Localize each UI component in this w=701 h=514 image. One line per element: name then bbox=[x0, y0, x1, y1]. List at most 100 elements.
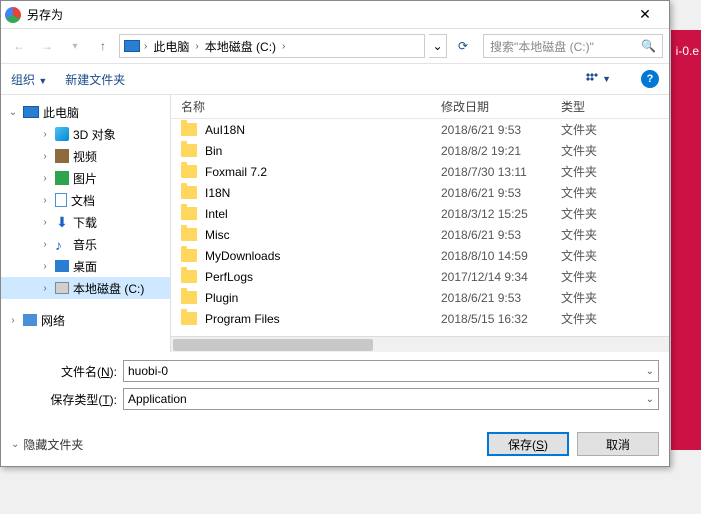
file-type: 文件夹 bbox=[561, 226, 597, 243]
table-row[interactable]: Intel2018/3/12 15:25文件夹 bbox=[181, 203, 669, 224]
filetype-label: 保存类型(T): bbox=[11, 391, 123, 408]
tree-item-3d[interactable]: ›3D 对象 bbox=[1, 123, 170, 145]
file-type: 文件夹 bbox=[561, 268, 597, 285]
file-name: I18N bbox=[205, 186, 441, 200]
tree-item-documents[interactable]: ›文档 bbox=[1, 189, 170, 211]
tree-item-localdisk[interactable]: ›本地磁盘 (C:) bbox=[1, 277, 170, 299]
file-name: Program Files bbox=[205, 312, 441, 326]
up-arrow-icon[interactable]: ↑ bbox=[91, 34, 115, 58]
folder-icon bbox=[181, 249, 197, 262]
tree-item-network[interactable]: ›网络 bbox=[1, 309, 170, 331]
address-dropdown-icon[interactable]: ⌄ bbox=[429, 34, 447, 58]
file-name: Intel bbox=[205, 207, 441, 221]
chevron-right-icon[interactable]: › bbox=[282, 41, 285, 52]
file-date: 2018/6/21 9:53 bbox=[441, 186, 561, 200]
table-row[interactable]: I18N2018/6/21 9:53文件夹 bbox=[181, 182, 669, 203]
background-filename: i-0.e bbox=[676, 44, 699, 58]
file-name: MyDownloads bbox=[205, 249, 441, 263]
file-date: 2018/5/15 16:32 bbox=[441, 312, 561, 326]
folder-icon bbox=[181, 228, 197, 241]
file-date: 2018/8/10 14:59 bbox=[441, 249, 561, 263]
dialog-title: 另存为 bbox=[27, 6, 63, 23]
table-row[interactable]: AuI18N2018/6/21 9:53文件夹 bbox=[181, 119, 669, 140]
file-name: Bin bbox=[205, 144, 441, 158]
file-name: Foxmail 7.2 bbox=[205, 165, 441, 179]
forward-arrow-icon: → bbox=[35, 34, 59, 58]
table-row[interactable]: Misc2018/6/21 9:53文件夹 bbox=[181, 224, 669, 245]
refresh-icon[interactable]: ⟳ bbox=[451, 34, 475, 58]
file-type: 文件夹 bbox=[561, 142, 597, 159]
pc-icon bbox=[124, 40, 140, 52]
table-row[interactable]: Foxmail 7.22018/7/30 13:11文件夹 bbox=[181, 161, 669, 182]
file-date: 2018/6/21 9:53 bbox=[441, 291, 561, 305]
breadcrumb-drive[interactable]: 本地磁盘 (C:) bbox=[203, 36, 278, 57]
titlebar: 另存为 ✕ bbox=[1, 1, 669, 29]
file-date: 2018/8/2 19:21 bbox=[441, 144, 561, 158]
table-row[interactable]: MyDownloads2018/8/10 14:59文件夹 bbox=[181, 245, 669, 266]
view-button[interactable]: ▼ bbox=[586, 73, 611, 85]
back-arrow-icon[interactable]: ← bbox=[7, 34, 31, 58]
recent-dropdown-icon[interactable]: ▾ bbox=[63, 34, 87, 58]
col-name[interactable]: 名称 bbox=[181, 98, 441, 115]
table-row[interactable]: PerfLogs2017/12/14 9:34文件夹 bbox=[181, 266, 669, 287]
tree-item-pictures[interactable]: ›图片 bbox=[1, 167, 170, 189]
col-modified[interactable]: 修改日期 bbox=[441, 98, 561, 115]
tree-item-downloads[interactable]: ›⬇下载 bbox=[1, 211, 170, 233]
file-date: 2017/12/14 9:34 bbox=[441, 270, 561, 284]
organize-button[interactable]: 组织 ▼ bbox=[11, 71, 47, 88]
close-icon[interactable]: ✕ bbox=[625, 6, 665, 23]
search-input[interactable]: 搜索"本地磁盘 (C:)" 🔍 bbox=[483, 34, 663, 58]
table-row[interactable]: Program Files2018/5/15 16:32文件夹 bbox=[181, 308, 669, 329]
file-type: 文件夹 bbox=[561, 163, 597, 180]
tree-item-pc[interactable]: ⌄此电脑 bbox=[1, 101, 170, 123]
folder-icon bbox=[181, 291, 197, 304]
file-type: 文件夹 bbox=[561, 247, 597, 264]
help-icon[interactable]: ? bbox=[641, 70, 659, 88]
filetype-select[interactable]: Application⌄ bbox=[123, 388, 659, 410]
chevron-right-icon[interactable]: › bbox=[144, 41, 147, 52]
file-pane: 名称 修改日期 类型 AuI18N2018/6/21 9:53文件夹Bin201… bbox=[171, 95, 669, 352]
file-name: AuI18N bbox=[205, 123, 441, 137]
file-date: 2018/7/30 13:11 bbox=[441, 165, 561, 179]
breadcrumb-pc[interactable]: 此电脑 bbox=[151, 36, 191, 57]
save-as-dialog: 另存为 ✕ ← → ▾ ↑ › 此电脑 › 本地磁盘 (C:) › ⌄ ⟳ 搜索… bbox=[0, 0, 670, 467]
horizontal-scrollbar[interactable] bbox=[171, 336, 669, 352]
address-bar[interactable]: › 此电脑 › 本地磁盘 (C:) › bbox=[119, 34, 425, 58]
chrome-icon bbox=[5, 7, 21, 23]
col-type[interactable]: 类型 bbox=[561, 98, 631, 115]
file-name: Misc bbox=[205, 228, 441, 242]
tree-item-music[interactable]: ›♪音乐 bbox=[1, 233, 170, 255]
folder-icon bbox=[181, 312, 197, 325]
chevron-down-icon[interactable]: ⌄ bbox=[646, 366, 654, 377]
column-headers: 名称 修改日期 类型 bbox=[171, 95, 669, 119]
folder-icon bbox=[181, 270, 197, 283]
chevron-down-icon[interactable]: ⌄ bbox=[646, 394, 654, 405]
file-date: 2018/3/12 15:25 bbox=[441, 207, 561, 221]
tree-item-desktop[interactable]: ›桌面 bbox=[1, 255, 170, 277]
file-name: PerfLogs bbox=[205, 270, 441, 284]
folder-icon bbox=[181, 186, 197, 199]
file-date: 2018/6/21 9:53 bbox=[441, 123, 561, 137]
new-folder-button[interactable]: 新建文件夹 bbox=[65, 71, 125, 88]
search-icon: 🔍 bbox=[641, 39, 656, 53]
file-list[interactable]: AuI18N2018/6/21 9:53文件夹Bin2018/8/2 19:21… bbox=[171, 119, 669, 336]
file-type: 文件夹 bbox=[561, 289, 597, 306]
file-type: 文件夹 bbox=[561, 310, 597, 327]
search-placeholder: 搜索"本地磁盘 (C:)" bbox=[490, 38, 594, 55]
tree-item-video[interactable]: ›视频 bbox=[1, 145, 170, 167]
save-button[interactable]: 保存(S) bbox=[487, 432, 569, 456]
file-type: 文件夹 bbox=[561, 184, 597, 201]
filename-input[interactable]: huobi-0⌄ bbox=[123, 360, 659, 382]
folder-icon bbox=[181, 123, 197, 136]
file-name: Plugin bbox=[205, 291, 441, 305]
toolbar: 组织 ▼ 新建文件夹 ▼ ? bbox=[1, 63, 669, 95]
cancel-button[interactable]: 取消 bbox=[577, 432, 659, 456]
table-row[interactable]: Plugin2018/6/21 9:53文件夹 bbox=[181, 287, 669, 308]
hide-folders-toggle[interactable]: ⌄隐藏文件夹 bbox=[11, 436, 83, 453]
nav-row: ← → ▾ ↑ › 此电脑 › 本地磁盘 (C:) › ⌄ ⟳ 搜索"本地磁盘 … bbox=[1, 29, 669, 63]
file-type: 文件夹 bbox=[561, 205, 597, 222]
table-row[interactable]: Bin2018/8/2 19:21文件夹 bbox=[181, 140, 669, 161]
folder-icon bbox=[181, 144, 197, 157]
file-type: 文件夹 bbox=[561, 121, 597, 138]
chevron-right-icon[interactable]: › bbox=[195, 41, 198, 52]
